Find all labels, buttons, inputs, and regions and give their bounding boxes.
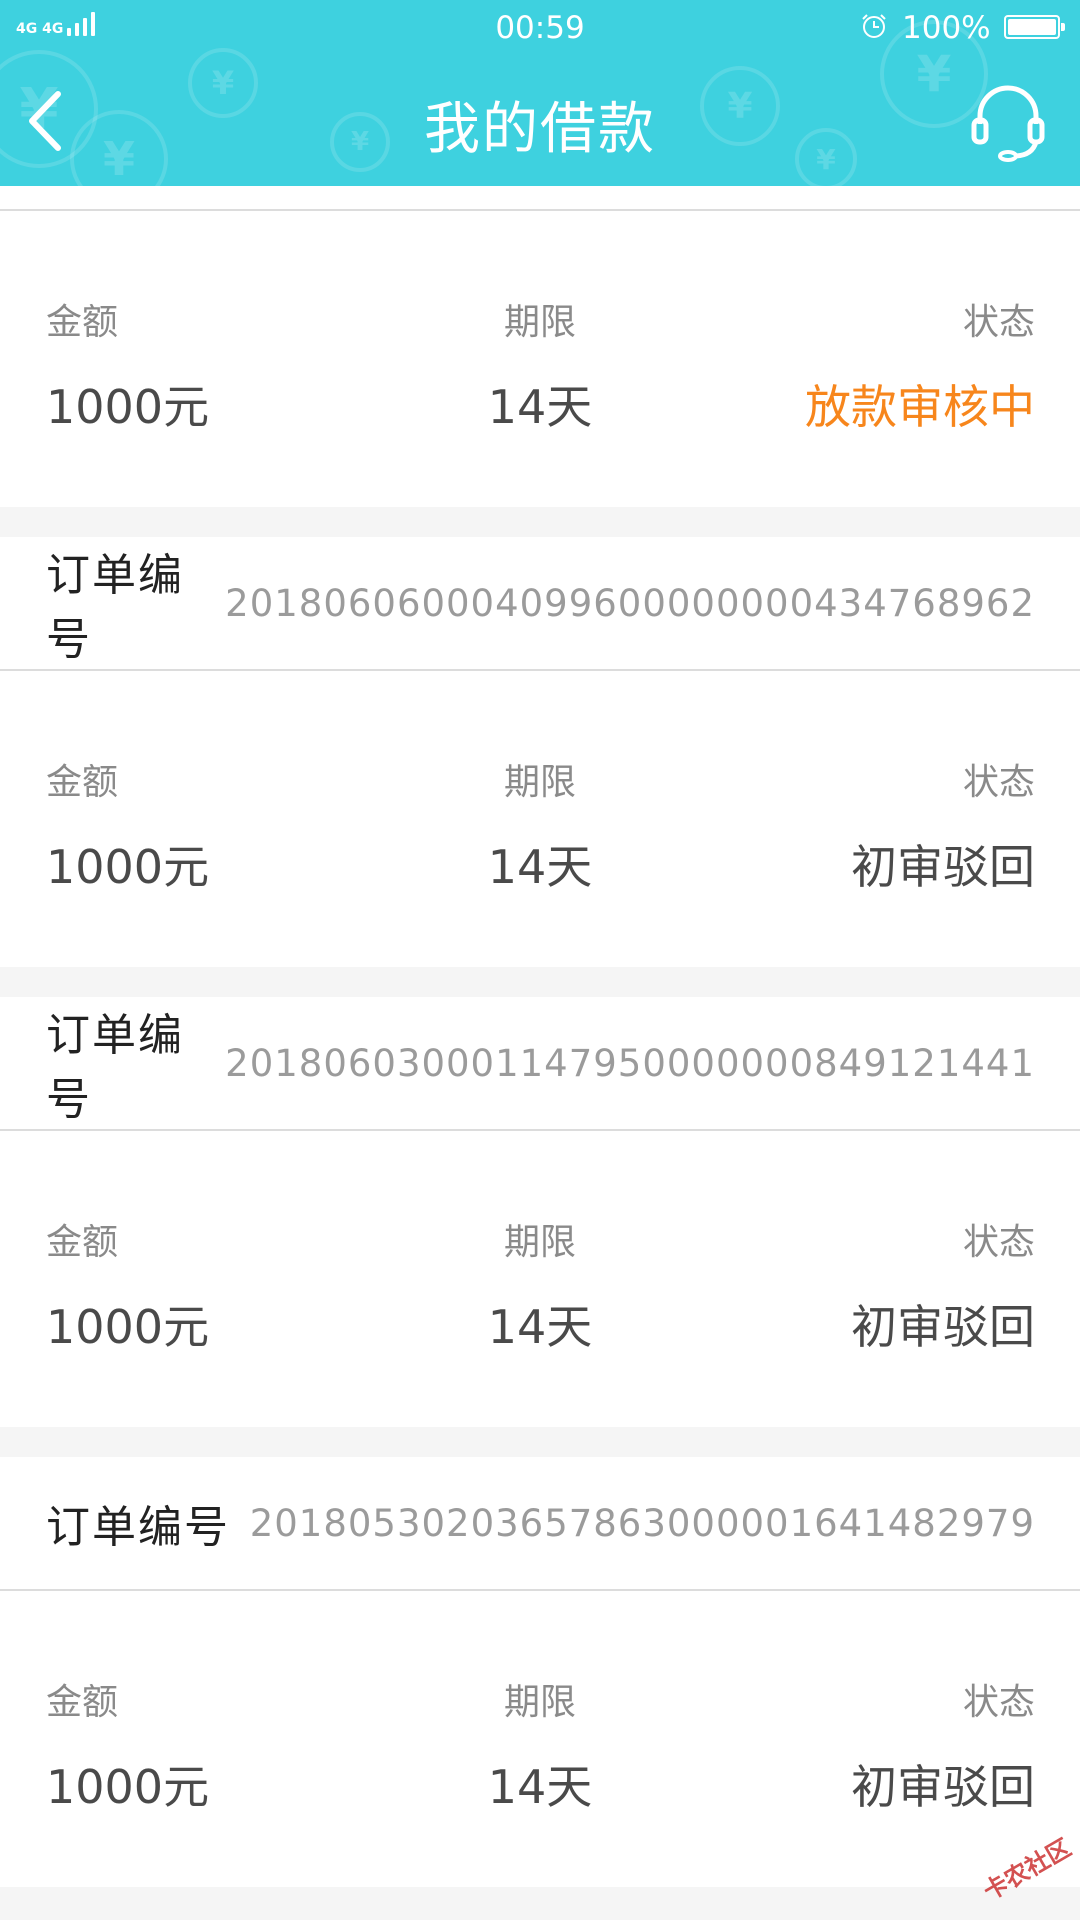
loan-list: 金额 1000元 期限 14天 状态 放款审核中 订单编号 2018060600040… (0, 186, 1080, 1917)
term-value: 14天 (487, 1300, 593, 1354)
order-number-value: 201806060004099600000000434768962 (225, 581, 1035, 625)
order-number-label: 订单编号 (46, 550, 184, 665)
loan-card[interactable]: 订单编号 201806030001147950000000849121441 金… (0, 997, 1080, 1427)
battery-icon (1004, 15, 1065, 39)
order-number-row: 订单编号 201806030001147950000000849121441 (0, 997, 1080, 1131)
status-label: 状态 (962, 762, 1035, 803)
status-value: 放款审核中 (805, 380, 1035, 434)
loan-card[interactable]: 订单编号 20180530203657863000001641482979 金额… (0, 1457, 1080, 1887)
term-label: 期限 (503, 762, 577, 803)
term-label: 期限 (503, 1682, 577, 1723)
term-label: 期限 (503, 1222, 577, 1263)
alarm-clock-icon (862, 14, 886, 38)
divider (0, 186, 1080, 211)
term-value: 14天 (487, 1760, 593, 1814)
loan-card[interactable]: 订单编号 201806060004099600000000434768962 金… (0, 537, 1080, 967)
status-label: 状态 (962, 302, 1035, 343)
order-number-row: 订单编号 201806060004099600000000434768962 (0, 537, 1080, 671)
term-value: 14天 (487, 380, 593, 434)
status-value: 初审驳回 (851, 1760, 1035, 1814)
amount-value: 1000元 (46, 1300, 210, 1354)
loan-card[interactable]: 金额 1000元 期限 14天 状态放款审核中 (0, 211, 1080, 507)
status-bar: 4G 4G 00:59 100% (0, 0, 1080, 56)
loan-info: 金额 1000元 期限 14天 状态初审驳回 (0, 671, 1080, 967)
card-gap (0, 967, 1080, 997)
amount-label: 金额 (46, 302, 119, 343)
battery-percent: 100% (902, 10, 991, 46)
amount-value: 1000元 (46, 840, 210, 894)
card-gap (0, 1887, 1080, 1917)
loan-info: 金额 1000元 期限 14天 状态初审驳回 (0, 1131, 1080, 1427)
order-number-row: 订单编号 20180530203657863000001641482979 (0, 1457, 1080, 1591)
app-header: ¥ ¥ ¥ ¥ ¥ ¥ ¥ 4G 4G 00:59 100% 我的借款 (0, 0, 1080, 186)
order-number-value: 20180530203657863000001641482979 (249, 1501, 1035, 1545)
order-number-label: 订单编号 (46, 1502, 230, 1553)
amount-label: 金额 (46, 762, 119, 803)
order-number-label: 订单编号 (46, 1010, 184, 1125)
loan-info: 金额 1000元 期限 14天 状态放款审核中 (0, 211, 1080, 507)
status-label: 状态 (962, 1682, 1035, 1723)
status-label: 状态 (962, 1222, 1035, 1263)
amount-label: 金额 (46, 1222, 119, 1263)
customer-service-headset-icon[interactable] (968, 78, 1048, 162)
term-value: 14天 (487, 840, 593, 894)
loan-info: 金额 1000元 期限 14天 状态初审驳回 (0, 1591, 1080, 1887)
page-title: 我的借款 (424, 97, 656, 162)
amount-value: 1000元 (46, 380, 210, 434)
card-gap (0, 1427, 1080, 1457)
order-number-value: 201806030001147950000000849121441 (225, 1041, 1035, 1085)
amount-value: 1000元 (46, 1760, 210, 1814)
term-label: 期限 (503, 302, 577, 343)
status-value: 初审驳回 (851, 1300, 1035, 1354)
status-value: 初审驳回 (851, 840, 1035, 894)
amount-label: 金额 (46, 1682, 119, 1723)
card-gap (0, 507, 1080, 537)
